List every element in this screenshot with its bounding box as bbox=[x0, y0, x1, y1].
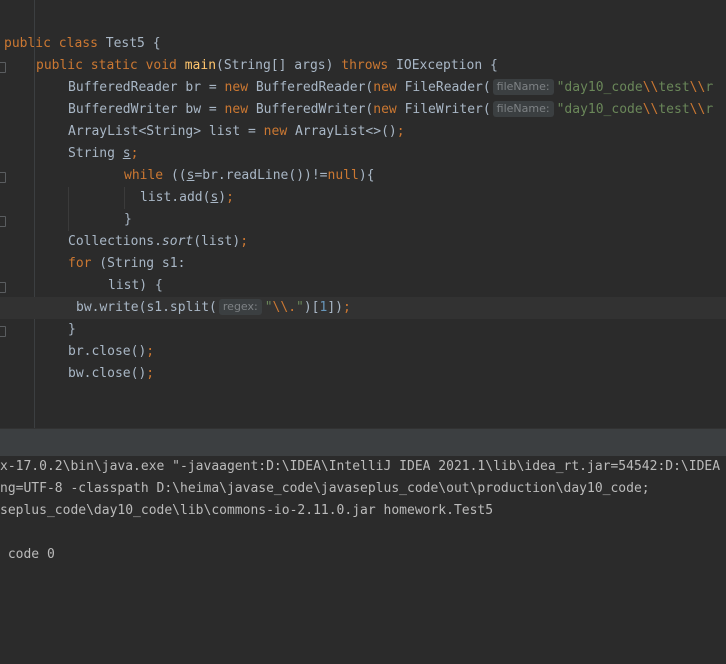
code-line-7[interactable]: while ((s=br.readLine())!=null){ bbox=[124, 165, 374, 187]
code-line-11[interactable]: for (String s1: bbox=[68, 253, 185, 275]
code-line-4[interactable]: BufferedWriter bw = new BufferedWriter(n… bbox=[68, 99, 713, 121]
parameter-hint: fileName: bbox=[492, 101, 554, 117]
parameter-hint: fileName: bbox=[492, 79, 554, 95]
run-panel-header[interactable] bbox=[0, 428, 726, 457]
fold-icon[interactable] bbox=[0, 172, 6, 183]
console-line: ng=UTF-8 -classpath D:\heima\javase_code… bbox=[0, 481, 650, 496]
code-line-12[interactable]: list) { bbox=[108, 275, 163, 297]
console-line: seplus_code\day10_code\lib\commons-io-2.… bbox=[0, 503, 494, 518]
code-line-8[interactable]: list.add(s); bbox=[140, 187, 234, 209]
indent-guide bbox=[124, 187, 125, 209]
console-line: x-17.0.2\bin\java.exe "-javaagent:D:\IDE… bbox=[0, 459, 721, 474]
code-line-2[interactable]: public static void main(String[] args) t… bbox=[36, 55, 498, 77]
console-exit-line: code 0 bbox=[0, 547, 55, 562]
fold-icon[interactable] bbox=[0, 282, 6, 293]
code-line-1[interactable]: public class Test5 { bbox=[4, 33, 161, 55]
code-line-14[interactable]: } bbox=[68, 319, 76, 341]
run-console[interactable]: x-17.0.2\bin\java.exe "-javaagent:D:\IDE… bbox=[0, 456, 726, 664]
code-editor[interactable]: public class Test5 { public static void … bbox=[0, 0, 726, 428]
fold-icon[interactable] bbox=[0, 62, 6, 73]
indent-guide bbox=[68, 187, 69, 231]
gutter-border bbox=[34, 0, 35, 428]
code-line-5[interactable]: ArrayList<String> list = new ArrayList<>… bbox=[68, 121, 405, 143]
fold-icon[interactable] bbox=[0, 216, 6, 227]
parameter-hint: regex: bbox=[218, 299, 262, 315]
code-line-15[interactable]: br.close(); bbox=[68, 341, 154, 363]
code-line-9[interactable]: } bbox=[124, 209, 132, 231]
code-line-3[interactable]: BufferedReader br = new BufferedReader(n… bbox=[68, 77, 713, 99]
fold-icon[interactable] bbox=[0, 326, 6, 337]
code-line-16[interactable]: bw.close(); bbox=[68, 363, 154, 385]
code-line-13-current[interactable]: bw.write(s1.split(regex: "\\.")[1]); bbox=[0, 297, 726, 319]
code-line-6[interactable]: String s; bbox=[68, 143, 138, 165]
code-line-10[interactable]: Collections.sort(list); bbox=[68, 231, 248, 253]
